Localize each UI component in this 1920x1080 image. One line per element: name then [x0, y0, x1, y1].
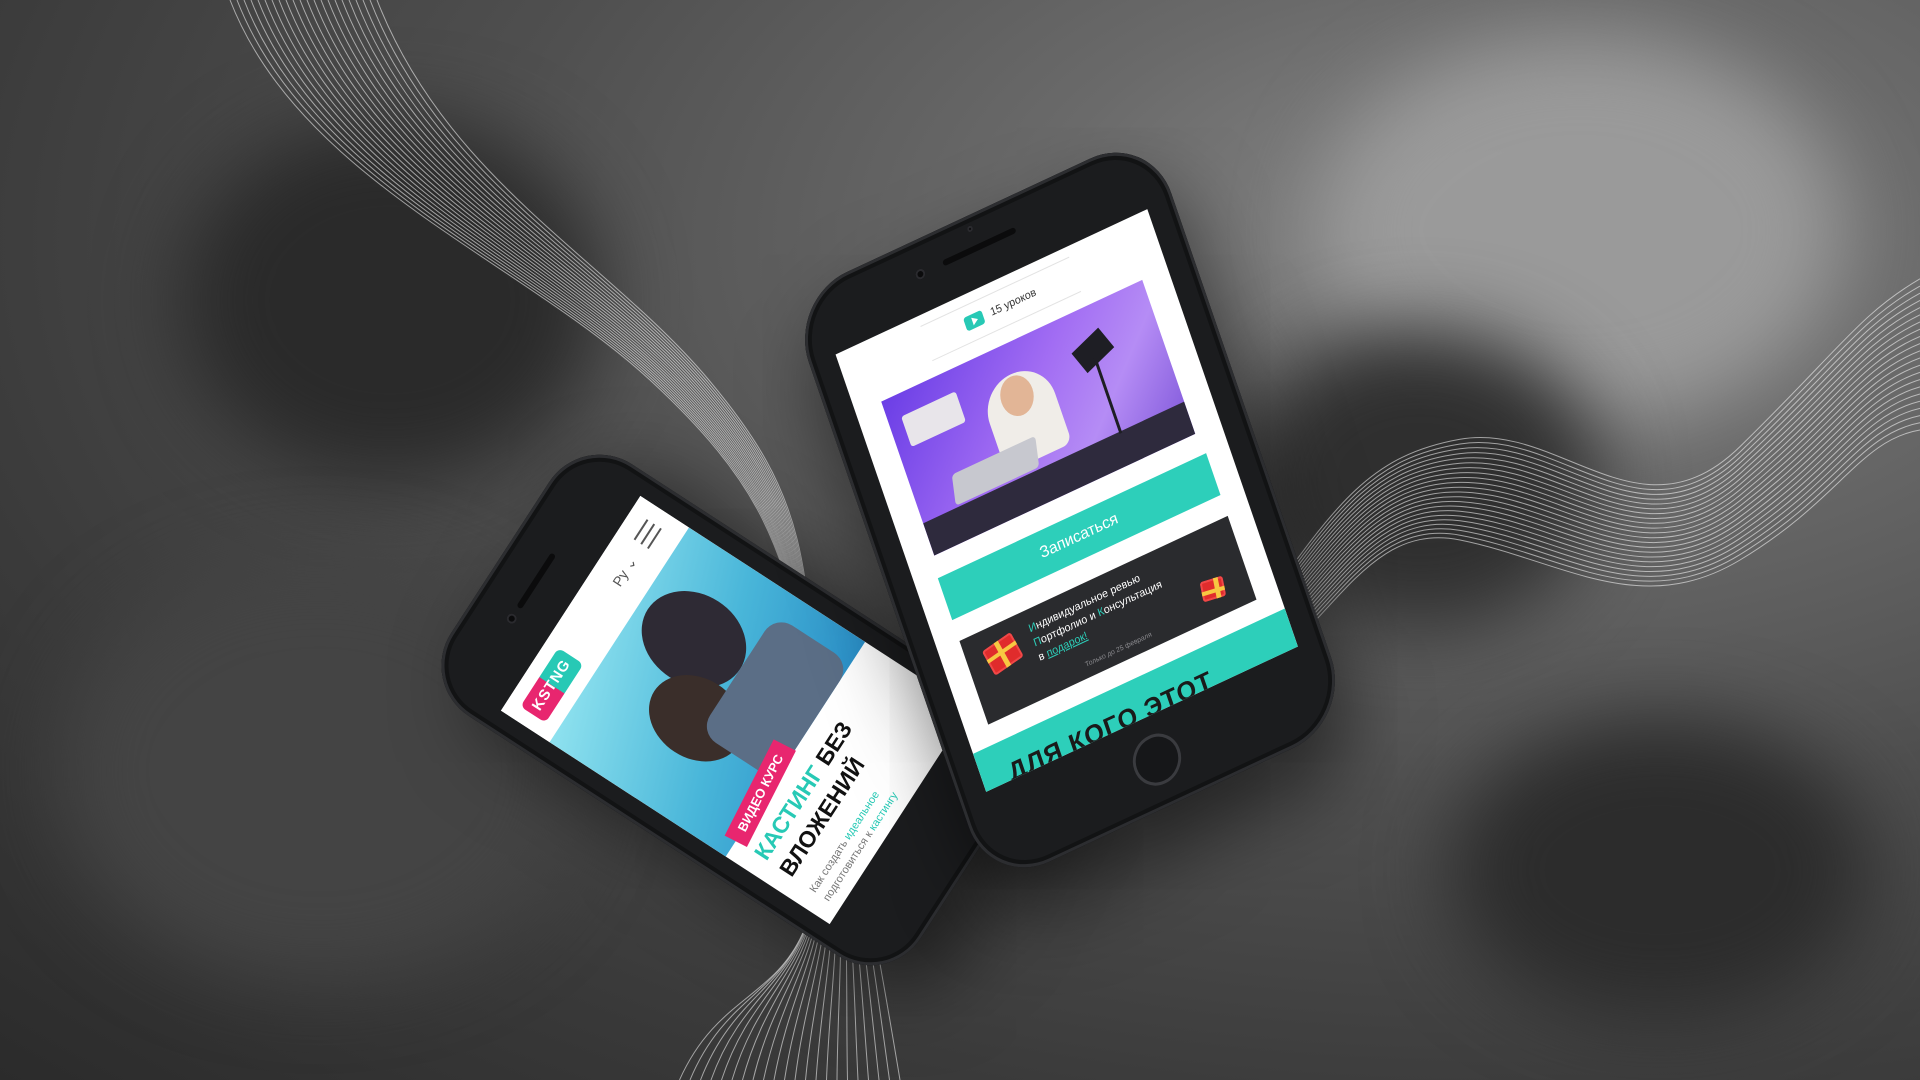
wave-line: [1229, 357, 1920, 673]
language-label: Ру: [609, 566, 632, 590]
video-scene-lamp-stand: [1093, 356, 1123, 434]
wave-line: [1229, 379, 1920, 678]
phone-speaker: [516, 552, 557, 610]
wave-line: [1229, 364, 1920, 675]
video-scene-lamp: [1071, 327, 1115, 374]
home-button[interactable]: [1126, 725, 1188, 794]
gift-box-icon: [981, 631, 1024, 676]
phone-sensor-icon: [966, 224, 974, 234]
wave-line: [1229, 321, 1920, 664]
language-selector[interactable]: Ру ⌄: [609, 554, 641, 590]
phone-camera-icon: [504, 611, 519, 626]
wave-line: [1229, 299, 1920, 658]
play-video-icon: [963, 309, 986, 332]
wave-line: [1229, 371, 1920, 676]
chevron-down-icon: ⌄: [620, 553, 641, 573]
wave-line: [1229, 314, 1920, 662]
wave-line: [1229, 343, 1920, 669]
wave-line: [1229, 386, 1920, 680]
video-scene-shelf: [901, 391, 966, 448]
wave-line: [1229, 335, 1920, 667]
wave-line: [1229, 429, 1920, 691]
hamburger-menu-icon[interactable]: [633, 519, 662, 550]
wave-line: [1229, 285, 1920, 655]
phone-speaker: [942, 226, 1017, 267]
phone-camera-icon: [914, 267, 927, 281]
